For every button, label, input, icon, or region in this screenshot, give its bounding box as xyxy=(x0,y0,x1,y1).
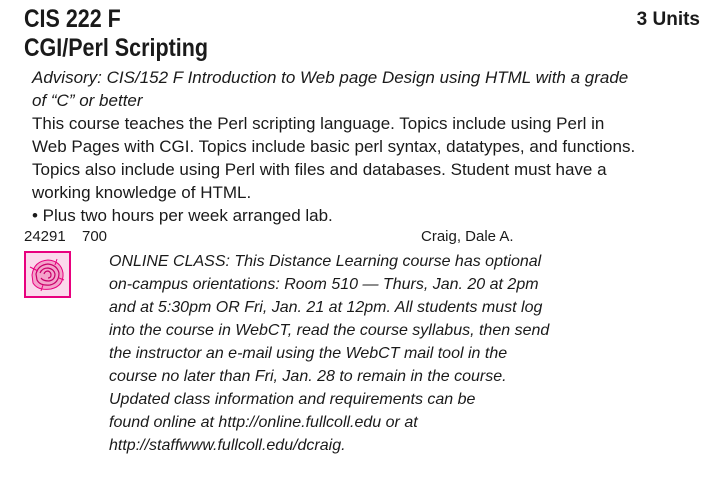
online-note-line: Updated class information and requiremen… xyxy=(109,391,476,408)
online-note-line: and at 5:30pm OR Fri, Jan. 21 at 12pm. A… xyxy=(109,299,543,316)
course-listing: CIS 222 F 3 Units CGI/Perl Scripting Adv… xyxy=(0,0,711,486)
advisory-line: of “C” or better xyxy=(32,91,143,110)
online-note-line: the instructor an e-mail using the WebCT… xyxy=(109,345,508,362)
section-number: 24291 xyxy=(24,228,66,245)
online-note-line: found online at http://online.fullcoll.e… xyxy=(109,414,418,431)
course-header: CIS 222 F 3 Units xyxy=(24,4,700,34)
section-row: 24291 700 Craig, Dale A. xyxy=(24,227,700,247)
advisory-line: Advisory: CIS/152 F Introduction to Web … xyxy=(32,68,629,87)
online-note-line: on-campus orientations: Room 510 — Thurs… xyxy=(109,276,539,293)
online-note-line: course no later than Fri, Jan. 28 to rem… xyxy=(109,368,507,385)
online-class-icon xyxy=(24,251,71,298)
online-note-line: ONLINE CLASS: This Distance Learning cou… xyxy=(109,253,542,270)
course-code: CIS 222 F xyxy=(24,5,121,33)
description-line: Web Pages with CGI. Topics include basic… xyxy=(32,137,636,156)
section-time: 700 xyxy=(82,228,108,245)
course-units: 3 Units xyxy=(636,9,700,30)
lab-note: • Plus two hours per week arranged lab. xyxy=(32,206,333,225)
section-instructor: Craig, Dale A. xyxy=(421,228,514,245)
online-note-line: http://staffwww.fullcoll.edu/dcraig. xyxy=(109,437,346,454)
description-line: This course teaches the Perl scripting l… xyxy=(32,114,605,133)
description-line: Topics also include using Perl with file… xyxy=(32,160,607,179)
description-line: working knowledge of HTML. xyxy=(32,183,252,202)
course-title: CGI/Perl Scripting xyxy=(24,34,208,62)
online-note-line: into the course in WebCT, read the cours… xyxy=(109,322,550,339)
